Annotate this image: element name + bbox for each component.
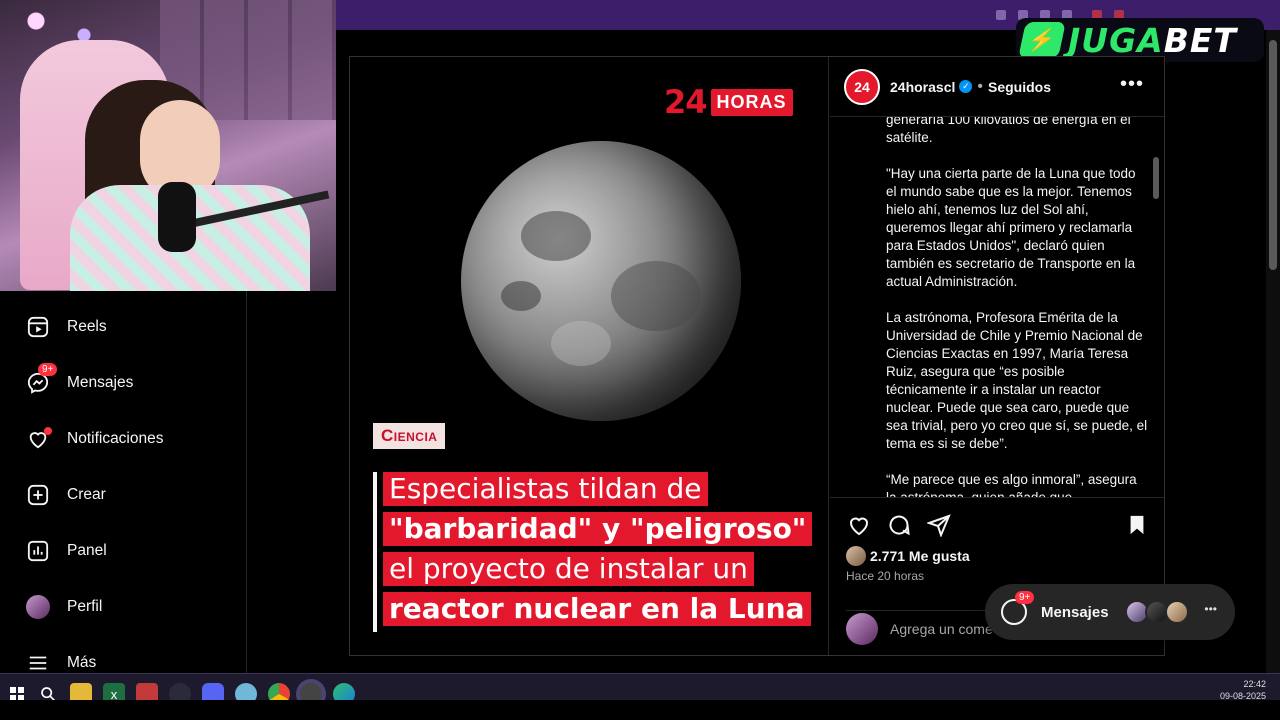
caption-scrollbar[interactable] [1152,117,1160,497]
brand-part2: BET [1163,20,1237,60]
account-name[interactable]: 24horascl [890,79,955,95]
bookmark-icon[interactable] [1124,512,1150,538]
category-tag: Ciencia [373,423,446,449]
profile-avatar [26,595,50,619]
avatar [26,595,50,619]
messenger-icon: 9+ [1001,591,1035,625]
comment-input[interactable]: Agrega un come [890,621,993,637]
separator-dot: • [977,77,983,95]
notification-badge: 9+ [1015,591,1035,604]
sidebar-item-perfil[interactable]: Perfil [26,593,102,621]
scrollbar-thumb[interactable] [1153,157,1159,199]
logo-text: HORAS [710,88,793,116]
likes-text: 2.771 Me gusta [870,548,970,564]
heart-icon [26,427,52,451]
caption-paragraph: La astrónoma, Profesora Emérita de la Un… [886,310,1148,451]
caption-paragraph: generaría 100 kilovatios de energía en e… [886,117,1131,145]
sidebar-item-label: Notificaciones [67,430,164,447]
more-options-icon[interactable]: ••• [1120,73,1144,96]
moon-crater [501,281,541,311]
post-sidebar: 24 24horascl ✓ • Seguidos ••• generaría … [830,57,1164,655]
more-icon[interactable]: ••• [1204,602,1217,616]
caption-paragraph: “Me parece que es algo inmoral”, asegura… [886,472,1137,497]
sidebar-item-label: Más [67,654,97,671]
sidebar-item-notificaciones[interactable]: Notificaciones [26,425,164,453]
follow-status-button[interactable]: Seguidos [988,79,1051,95]
sidebar-nav: Reels 9+ Mensajes Notificaciones Crear P… [0,291,247,673]
sidebar-item-panel[interactable]: Panel [26,537,107,565]
brand-part1: JUGA [1068,20,1164,60]
post-timestamp: Hace 20 horas [846,569,925,583]
lightning-icon: ⚡ [1018,22,1066,58]
chart-icon [26,539,50,563]
reels-icon [26,315,50,339]
brand-wordmark: JUGABET [1068,21,1237,60]
notification-badge: 9+ [38,363,58,376]
account-avatar[interactable]: 24 [844,68,880,105]
share-icon[interactable] [926,512,952,538]
toolbar-icon[interactable] [996,10,1006,20]
caption-paragraph: "Hay una cierta parte de la Luna que tod… [886,166,1136,289]
letterbox-bar [0,700,1280,720]
page-scrollbar[interactable] [1266,30,1280,673]
messages-popover[interactable]: 9+ Mensajes ••• [985,584,1235,640]
sidebar-item-label: Mensajes [67,374,134,391]
menu-icon [26,651,50,675]
post-header: 24 24horascl ✓ • Seguidos ••• [830,57,1164,117]
sidebar-item-label: Reels [67,318,107,335]
headline-line: "barbaridad" y "peligroso" [383,512,813,546]
sidebar-item-label: Panel [67,542,107,559]
commenter-avatar [846,612,878,645]
screen: ⚡ JUGABET Reels 9+ Mensajes Notificacion… [0,0,1280,720]
sidebar-item-crear[interactable]: Crear [26,481,106,509]
like-icon[interactable] [846,512,872,538]
headline-line: reactor nuclear en la Luna [383,592,811,626]
clock-time: 22:42 [1243,679,1266,689]
likes-count[interactable]: 2.771 Me gusta [846,546,970,566]
webcam-overlay [0,0,336,291]
headline-line: Especialistas tildan de [383,472,708,506]
moon-image [461,141,741,421]
scrollbar-thumb[interactable] [1269,40,1277,270]
moon-crater [551,321,611,366]
microphone [158,182,196,252]
post-caption: generaría 100 kilovatios de energía en e… [886,117,1148,497]
headline: Especialistas tildan de "barbaridad" y "… [373,472,823,632]
messages-label: Mensajes [1041,603,1109,621]
sidebar-item-label: Crear [67,486,106,503]
moon-crater [521,211,591,261]
conversation-avatars [1125,600,1189,624]
system-clock[interactable]: 22:42 09-08-2025 [1220,678,1266,702]
comment-icon[interactable] [886,512,912,538]
messenger-icon: 9+ [26,363,58,395]
plus-square-icon [26,483,50,507]
sidebar-item-mensajes[interactable]: 9+ Mensajes [26,363,134,397]
unread-dot [44,427,52,435]
sidebar-item-label: Perfil [67,598,103,615]
24horas-logo: 24 HORAS [664,83,793,121]
logo-number: 24 [664,83,708,121]
post-image[interactable]: 24 HORAS Ciencia Especialistas tildan de… [350,57,829,655]
liker-avatar [846,546,866,566]
sidebar-item-reels[interactable]: Reels [26,313,107,341]
verified-icon: ✓ [959,80,973,93]
conversation-avatar [1165,600,1189,624]
moon-crater [611,261,701,331]
headline-line: el proyecto de instalar un [383,552,754,586]
post-modal: 24 HORAS Ciencia Especialistas tildan de… [349,56,1165,656]
